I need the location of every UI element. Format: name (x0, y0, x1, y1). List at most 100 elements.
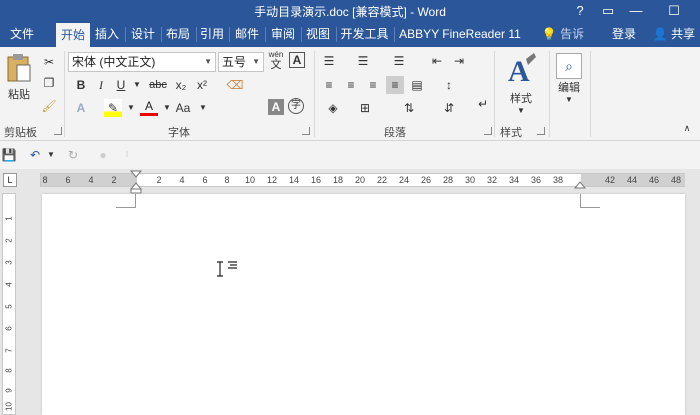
increase-indent-icon[interactable]: ⇥ (450, 52, 468, 70)
magnifier-icon: ⌕ (556, 53, 582, 79)
tab-layout[interactable]: 布局 (162, 22, 194, 47)
clear-format-icon[interactable]: ⌫ (226, 76, 244, 94)
cut-icon[interactable]: ✂ (40, 53, 58, 71)
numbering-icon[interactable]: ☰ (354, 52, 372, 70)
styles-button[interactable]: A 样式 ▼ (500, 53, 542, 119)
highlight-icon[interactable]: ✎ (104, 99, 122, 117)
ruler-tick: 22 (376, 175, 387, 185)
line-spacing-icon[interactable]: ↕ (440, 76, 458, 94)
right-indent-marker[interactable] (574, 177, 586, 189)
bold-button[interactable]: B (72, 76, 90, 94)
maximize-button[interactable]: ☐ (660, 0, 688, 22)
ruler-tick: 36 (530, 175, 541, 185)
ruler-tick: 20 (354, 175, 365, 185)
tab-insert[interactable]: 插入 (91, 22, 123, 47)
lightbulb-icon: 💡 (541, 27, 557, 41)
bullets-icon[interactable]: ☰ (320, 52, 338, 70)
styles-group-label: 样式 (500, 127, 522, 139)
editing-button[interactable]: ⌕ 编辑 ▼ (552, 53, 586, 115)
justify-icon[interactable]: ≡ (386, 76, 404, 94)
document-page[interactable] (42, 194, 685, 415)
tab-mailings[interactable]: 邮件 (231, 22, 263, 47)
collapse-ribbon-icon[interactable]: ∧ (678, 119, 696, 137)
paste-button[interactable]: 粘贴 (4, 53, 34, 103)
change-case-button[interactable]: Aa (172, 99, 194, 117)
ribbon-home: 粘贴 ✂ ❐ 🖌 剪贴板 宋体 (中文正文) ▼ 五号 ▼ wén 文 A B … (0, 47, 700, 141)
paste-label: 粘贴 (8, 89, 30, 101)
format-painter-icon[interactable]: 🖌 (40, 97, 58, 115)
ribbon-display-options-button[interactable]: ▭ (594, 0, 622, 22)
shading-icon[interactable]: ◈ (324, 99, 342, 117)
multilevel-list-icon[interactable]: ☰ (390, 52, 408, 70)
login-link[interactable]: 登录 (606, 22, 642, 47)
circle-icon[interactable]: ● (94, 146, 112, 164)
chevron-down-icon[interactable]: ▼ (128, 76, 146, 94)
phonetic-char: 文 (270, 59, 282, 71)
align-right-icon[interactable]: ≡ (364, 76, 382, 94)
tab-selector[interactable]: L (3, 173, 17, 187)
superscript-button[interactable]: x² (193, 76, 211, 94)
tab-review[interactable]: 审阅 (267, 22, 299, 47)
chevron-down-icon[interactable]: ▼ (122, 99, 140, 117)
vruler-tick: 6 (4, 326, 14, 331)
vruler-tick: 5 (4, 304, 14, 309)
enclose-char-button[interactable]: 字 (288, 98, 304, 114)
char-shading-button[interactable]: A (268, 99, 284, 115)
help-button[interactable]: ? (566, 0, 594, 22)
tab-view[interactable]: 视图 (302, 22, 334, 47)
strikethrough-button[interactable]: abc (146, 76, 170, 94)
share-button[interactable]: 👤 共享 (648, 22, 700, 47)
styles-launcher[interactable] (537, 127, 545, 135)
phonetic-guide-button[interactable]: wén 文 (267, 50, 285, 71)
italic-button[interactable]: I (92, 76, 110, 94)
tab-design[interactable]: 设计 (127, 22, 159, 47)
font-launcher[interactable] (302, 127, 310, 135)
font-size-box[interactable]: 五号 ▼ (218, 52, 264, 72)
tab-file[interactable]: 文件 (2, 22, 42, 47)
font-color-button[interactable]: A (140, 99, 158, 116)
vertical-ruler[interactable]: 1 2 3 4 5 6 7 8 9 10 (2, 193, 16, 415)
clipboard-launcher[interactable] (54, 127, 62, 135)
vruler-tick: 2 (4, 238, 14, 243)
ruler-tick: 46 (648, 175, 659, 185)
paragraph-launcher[interactable] (484, 127, 492, 135)
vruler-tick: 9 (4, 388, 14, 393)
borders-icon[interactable]: ⊞ (356, 99, 374, 117)
save-icon[interactable]: 💾 (0, 146, 18, 164)
distributed-icon[interactable]: ▤ (408, 76, 426, 94)
minimize-button[interactable]: — (622, 0, 650, 22)
sort-icon[interactable]: ⇵ (440, 99, 458, 117)
tab-home[interactable]: 开始 (56, 22, 90, 47)
ruler-tick: 30 (464, 175, 475, 185)
chinese-layout-icon[interactable]: ⇅ (400, 99, 418, 117)
tab-references[interactable]: 引用 (197, 22, 227, 47)
redo-icon[interactable]: ↻ (64, 146, 82, 164)
font-name-value: 宋体 (中文正文) (72, 55, 156, 69)
indent-marker[interactable] (130, 170, 142, 194)
char-border-button[interactable]: A (289, 52, 305, 68)
show-marks-icon[interactable]: ↵ (474, 95, 492, 113)
ruler-tick: 24 (398, 175, 409, 185)
ruler-tick: 4 (88, 175, 94, 185)
font-name-box[interactable]: 宋体 (中文正文) ▼ (68, 52, 216, 72)
chevron-down-icon: ▼ (252, 57, 260, 66)
copy-icon[interactable]: ❐ (40, 74, 58, 92)
align-left-icon[interactable]: ≡ (320, 76, 338, 94)
chevron-down-icon[interactable]: ▼ (194, 99, 212, 117)
chevron-down-icon[interactable]: ▼ (42, 146, 60, 164)
align-center-icon[interactable]: ≡ (342, 76, 360, 94)
decrease-indent-icon[interactable]: ⇤ (428, 52, 446, 70)
vruler-tick: 10 (4, 402, 14, 411)
text-effects-button[interactable]: A (72, 99, 90, 117)
tab-developer[interactable]: 开发工具 (337, 22, 392, 47)
ruler-tick: 2 (156, 175, 162, 185)
ruler-tick: 14 (288, 175, 299, 185)
tell-me-box[interactable]: 💡 告诉我... (532, 22, 594, 66)
tab-abbyy[interactable]: ABBYY FineReader 11 (396, 22, 524, 47)
ruler-tick: 26 (420, 175, 431, 185)
customize-qat-icon[interactable]: ⁝ (118, 146, 136, 164)
ruler-tick: 48 (670, 175, 681, 185)
subscript-button[interactable]: x₂ (172, 76, 190, 94)
vruler-tick: 4 (4, 282, 14, 287)
ruler-tick: 32 (486, 175, 497, 185)
